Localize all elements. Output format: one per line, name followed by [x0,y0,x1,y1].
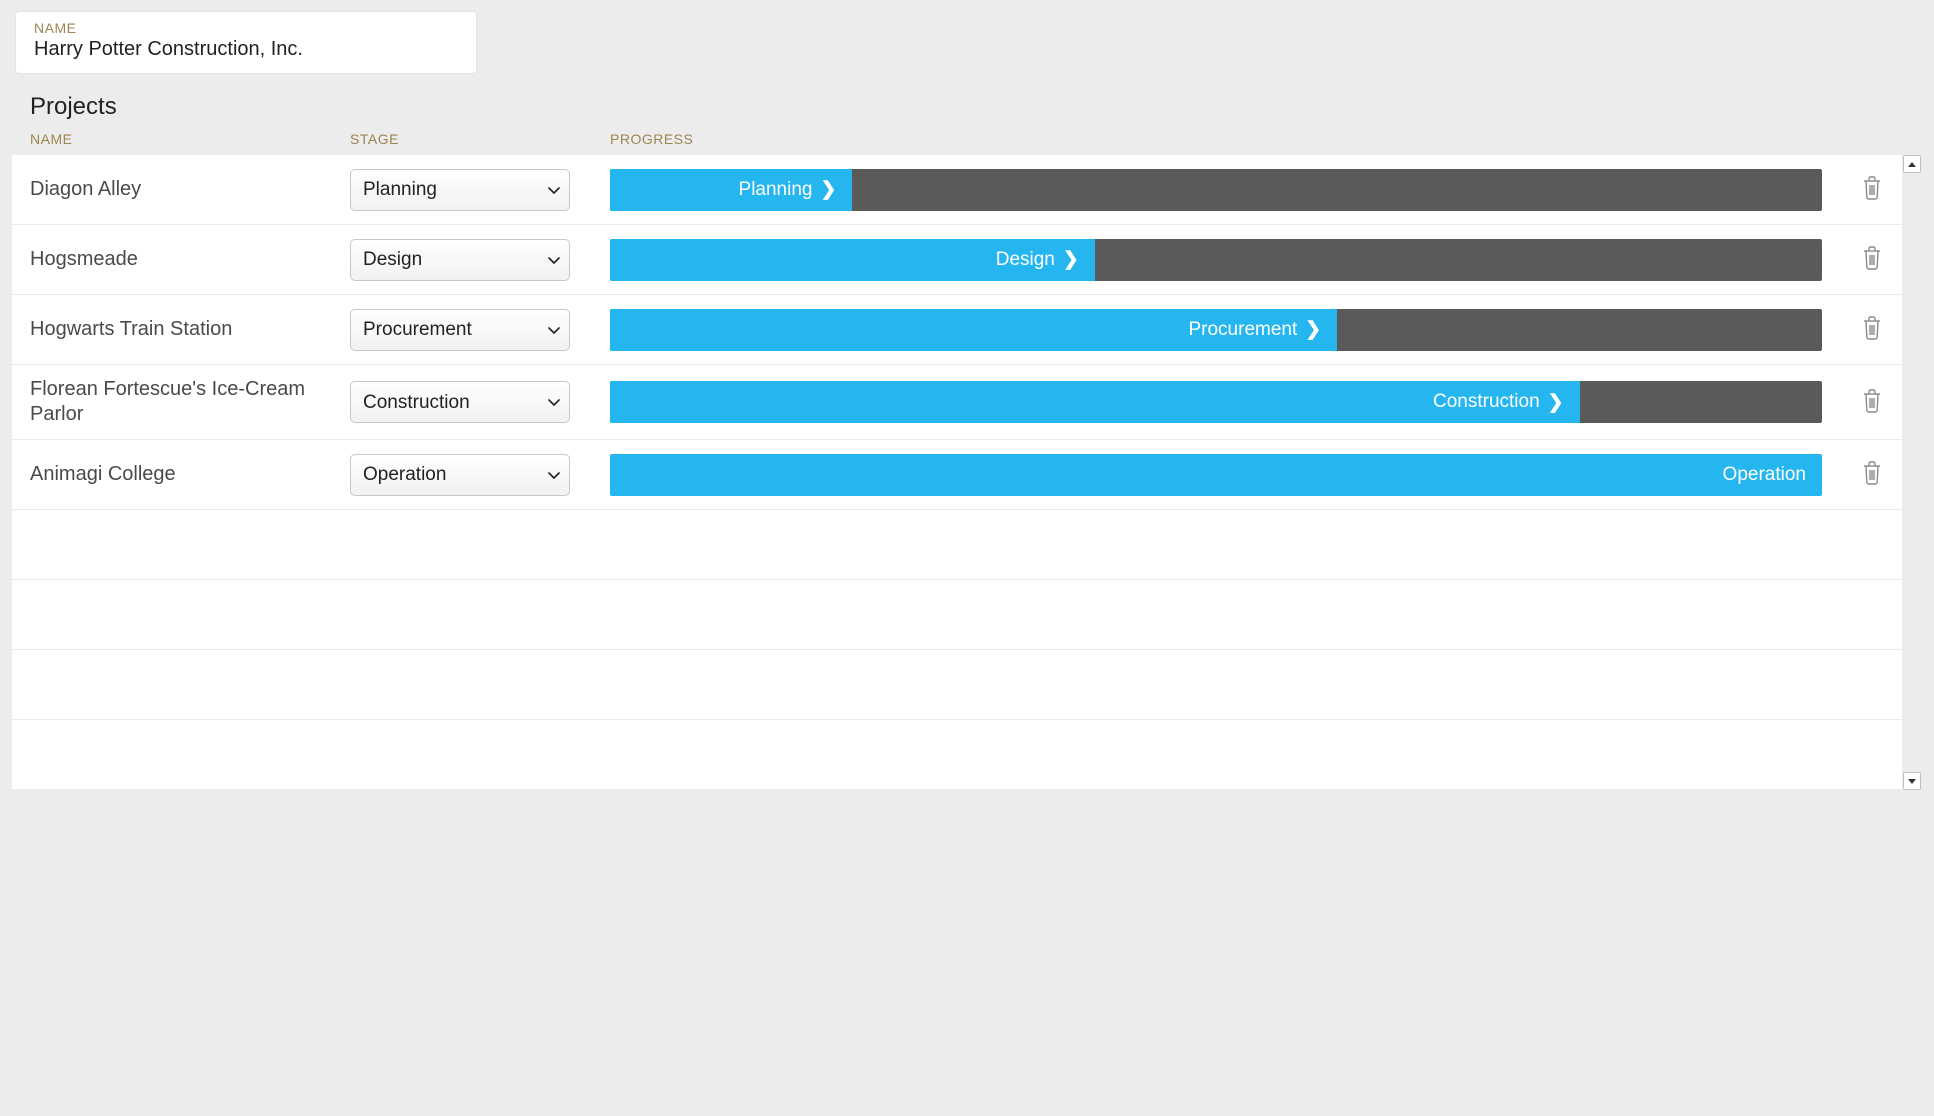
progress-fill: Operation [610,454,1822,496]
delete-row-button[interactable] [1857,241,1887,278]
stage-select[interactable]: PlanningDesignProcurementConstructionOpe… [350,169,570,211]
progress-fill: Design ❯ [610,239,1095,281]
project-name: Florean Fortescue's Ice-Cream Parlor [30,377,350,427]
trash-icon [1861,245,1883,271]
progress-cell: Design ❯ [610,239,1842,281]
stage-select[interactable]: PlanningDesignProcurementConstructionOpe… [350,381,570,423]
project-name: Hogwarts Train Station [30,317,350,342]
progress-bar: Operation [610,454,1822,496]
trash-icon [1861,460,1883,486]
project-name: Animagi College [30,462,350,487]
column-header-name: NAME [30,131,350,147]
section-title-projects: Projects [30,93,1922,121]
chevron-right-icon: ❯ [820,180,836,199]
column-header-progress: PROGRESS [610,131,1842,147]
scroll-up-button[interactable] [1903,155,1921,173]
chevron-right-icon: ❯ [1063,250,1079,269]
stage-select[interactable]: PlanningDesignProcurementConstructionOpe… [350,239,570,281]
company-name-value: Harry Potter Construction, Inc. [34,38,458,61]
project-row-empty [12,650,1902,720]
scroll-rail [1902,155,1922,790]
project-row-empty [12,720,1902,790]
progress-stage-label: Procurement [1188,319,1297,341]
delete-cell [1842,241,1902,278]
delete-row-button[interactable] [1857,311,1887,348]
progress-stage-label: Planning [739,179,813,201]
progress-bar: Design ❯ [610,239,1822,281]
stage-select-wrap: PlanningDesignProcurementConstructionOpe… [350,454,570,496]
delete-cell [1842,311,1902,348]
scroll-down-button[interactable] [1903,772,1921,790]
progress-cell: Construction ❯ [610,381,1842,423]
projects-column-headers: NAME STAGE PROGRESS [12,131,1922,155]
project-row: Hogwarts Train Station PlanningDesignPro… [12,295,1902,365]
progress-cell: Planning ❯ [610,169,1842,211]
delete-cell [1842,456,1902,493]
company-name-label: NAME [34,20,458,36]
project-row-empty [12,580,1902,650]
project-name: Diagon Alley [30,177,350,202]
stage-select-wrap: PlanningDesignProcurementConstructionOpe… [350,169,570,211]
delete-row-button[interactable] [1857,171,1887,208]
stage-select-wrap: PlanningDesignProcurementConstructionOpe… [350,309,570,351]
project-row-empty [12,510,1902,580]
project-row: Animagi College PlanningDesignProcuremen… [12,440,1902,510]
progress-stage-label: Construction [1433,391,1540,413]
progress-bar: Construction ❯ [610,381,1822,423]
projects-list: Diagon Alley PlanningDesignProcurementCo… [12,155,1902,790]
progress-cell: Operation [610,454,1842,496]
project-name: Hogsmeade [30,247,350,272]
trash-icon [1861,175,1883,201]
chevron-right-icon: ❯ [1305,320,1321,339]
trash-icon [1861,315,1883,341]
progress-bar: Procurement ❯ [610,309,1822,351]
progress-fill: Planning ❯ [610,169,852,211]
progress-stage-label: Design [996,249,1055,271]
delete-row-button[interactable] [1857,384,1887,421]
column-header-stage: STAGE [350,131,610,147]
chevron-down-icon [1908,779,1916,784]
delete-row-button[interactable] [1857,456,1887,493]
stage-select[interactable]: PlanningDesignProcurementConstructionOpe… [350,454,570,496]
stage-select-wrap: PlanningDesignProcurementConstructionOpe… [350,239,570,281]
stage-select[interactable]: PlanningDesignProcurementConstructionOpe… [350,309,570,351]
delete-cell [1842,171,1902,208]
stage-select-wrap: PlanningDesignProcurementConstructionOpe… [350,381,570,423]
chevron-up-icon [1908,162,1916,167]
project-row: Florean Fortescue's Ice-Cream Parlor Pla… [12,365,1902,440]
progress-fill: Construction ❯ [610,381,1580,423]
progress-bar: Planning ❯ [610,169,1822,211]
delete-cell [1842,384,1902,421]
trash-icon [1861,388,1883,414]
progress-fill: Procurement ❯ [610,309,1337,351]
project-row: Hogsmeade PlanningDesignProcurementConst… [12,225,1902,295]
projects-list-wrap: Diagon Alley PlanningDesignProcurementCo… [12,155,1922,790]
progress-cell: Procurement ❯ [610,309,1842,351]
project-row: Diagon Alley PlanningDesignProcurementCo… [12,155,1902,225]
chevron-right-icon: ❯ [1548,393,1564,412]
company-name-card: NAME Harry Potter Construction, Inc. [16,12,476,73]
progress-stage-label: Operation [1723,464,1806,486]
